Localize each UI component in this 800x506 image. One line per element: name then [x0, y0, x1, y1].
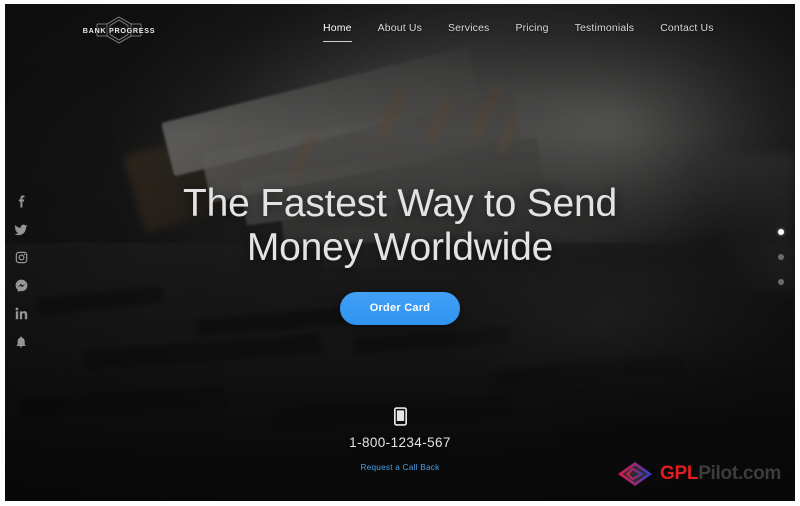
nav-item-contact-us[interactable]: Contact Us: [660, 22, 713, 34]
nav-item-home[interactable]: Home: [323, 22, 374, 42]
watermark-text-pilot: Pilot.com: [698, 463, 781, 484]
nav-item-about-us[interactable]: About Us: [378, 22, 444, 34]
hero-title-line-1: The Fastest Way to Send: [183, 182, 617, 225]
instagram-icon[interactable]: [14, 250, 29, 265]
watermark-text-gpl: GPL: [660, 463, 699, 484]
slider-dot-2[interactable]: [778, 254, 784, 260]
hero-title-line-2: Money Worldwide: [246, 226, 554, 270]
nav-item-services[interactable]: Services: [448, 22, 511, 34]
social-links-rail: [10, 194, 32, 349]
mobile-phone-icon: [393, 407, 407, 426]
twitter-icon[interactable]: [14, 222, 29, 237]
phone-number: 1-800-1234-567: [349, 435, 451, 450]
main-navigation: Home About Us Services Pricing Testimoni…: [323, 22, 714, 42]
watermark-text: GPLPilot.com: [660, 463, 781, 485]
gplpilot-watermark: GPLPilot.com: [617, 461, 781, 487]
screenshot-frame: BANK PROGRESS Home About Us Services Pri…: [0, 0, 800, 506]
page-title: The Fastest Way to Send Money Worldwide: [5, 182, 795, 270]
nav-item-pricing[interactable]: Pricing: [515, 22, 570, 34]
nav-item-testimonials[interactable]: Testimonials: [575, 22, 657, 34]
hero-content: The Fastest Way to Send Money Worldwide …: [5, 182, 795, 326]
bell-icon[interactable]: [14, 334, 29, 349]
linkedin-icon[interactable]: [14, 306, 29, 321]
slider-dot-1[interactable]: [778, 229, 784, 235]
brand-logo[interactable]: BANK PROGRESS: [71, 15, 167, 45]
messenger-icon[interactable]: [14, 278, 29, 293]
brand-name: BANK PROGRESS: [82, 25, 156, 35]
order-card-button[interactable]: Order Card: [339, 292, 461, 326]
site-header: BANK PROGRESS Home About Us Services Pri…: [5, 4, 795, 56]
facebook-icon[interactable]: [14, 194, 29, 209]
website-viewport: BANK PROGRESS Home About Us Services Pri…: [5, 4, 795, 501]
request-callback-link[interactable]: Request a Call Back: [361, 463, 440, 472]
diamond-logo-icon: [618, 462, 653, 486]
slider-dot-3[interactable]: [778, 279, 784, 285]
slider-pagination: [778, 229, 784, 285]
